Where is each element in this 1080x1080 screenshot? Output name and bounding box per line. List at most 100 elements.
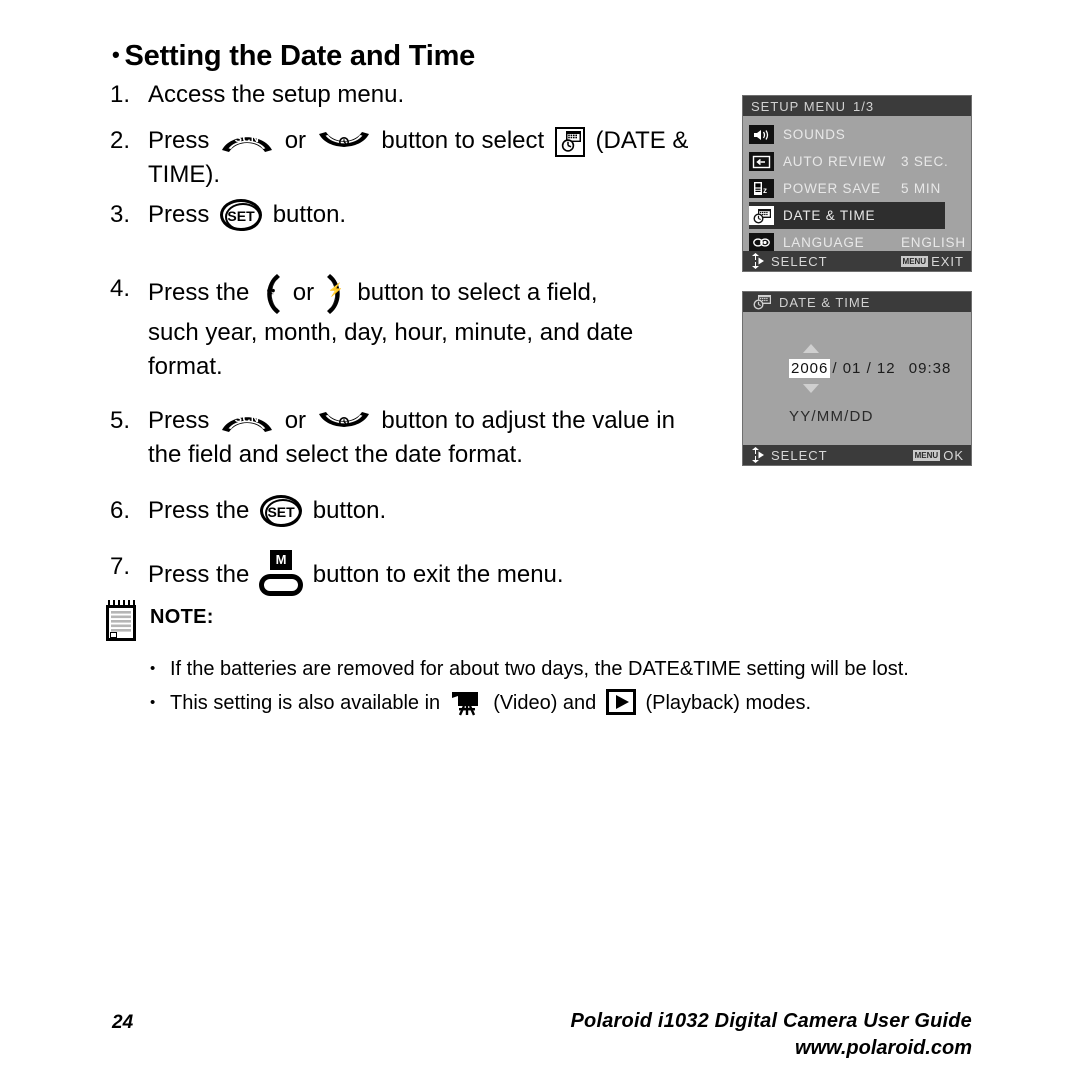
- increment-arrow-icon[interactable]: [803, 344, 819, 353]
- flash-glyph-icon: ⚡: [327, 282, 344, 297]
- auto-review-icon: [749, 152, 774, 171]
- step-1-number: 1.: [110, 81, 131, 108]
- step-2-text-pre: Press: [148, 127, 210, 154]
- svg-text:z: z: [763, 186, 768, 195]
- menu-button-icon: M: [259, 550, 304, 596]
- set-button-icon: SET: [220, 199, 263, 231]
- heading-bullet-icon: •: [112, 42, 120, 67]
- year-field[interactable]: 2006: [789, 359, 831, 378]
- setup-menu-page: 1/3: [853, 98, 875, 114]
- step-5-line2: the field and select the date format.: [148, 441, 523, 468]
- date-time-fields[interactable]: 2006/ 01 / 12 09:38: [789, 344, 952, 393]
- date-time-titlebar: DATE & TIME: [743, 292, 971, 312]
- step-1-text: Access the setup menu.: [148, 81, 405, 108]
- left-macro-button-icon: ♣: [258, 272, 284, 316]
- nav-arrows-icon: [750, 447, 765, 463]
- step-2-line2: TIME).: [148, 161, 220, 188]
- scn-button-label: SCN: [234, 133, 260, 145]
- step-5: 5. Press SCN or button to adjust the val…: [110, 404, 730, 472]
- scn-button-icon: SCN: [219, 129, 275, 155]
- menu-label-date-time: DATE & TIME: [783, 208, 876, 223]
- date-time-status-left: SELECT: [771, 447, 828, 463]
- set-button-icon: SET: [260, 495, 303, 527]
- date-format-field[interactable]: YY/MM/DD: [789, 408, 874, 425]
- note-item: • If the batteries are removed for about…: [150, 652, 994, 686]
- date-time-icon: [751, 294, 772, 310]
- steps-list: 1. Access the setup menu. 2. Press SCN o…: [110, 70, 730, 596]
- language-icon: [749, 233, 774, 252]
- step-4-text-mid: or: [292, 279, 315, 306]
- step-4-line2: such year, month, day, hour, minute, and…: [148, 319, 634, 346]
- footer-guide-title: Polaroid i1032 Digital Camera User Guide: [570, 1010, 972, 1032]
- step-7-text-pre: Press the: [148, 561, 250, 588]
- manual-page: • Setting the Date and Time 1. Access the…: [0, 0, 1080, 1080]
- step-7-number: 7.: [110, 553, 131, 580]
- note-item: • This setting is also available in (Vid…: [150, 686, 994, 720]
- heading-text: Setting the Date and Time: [124, 40, 476, 72]
- setup-menu-title: SETUP MENU: [751, 98, 846, 114]
- set-button-label: SET: [267, 504, 295, 520]
- step-6-text-pre: Press the: [148, 497, 250, 524]
- step-3-text-pre: Press: [148, 201, 210, 228]
- menu-button-label: M: [270, 550, 293, 570]
- step-7-text-post: button to exit the menu.: [312, 561, 564, 588]
- step-3-number: 3.: [110, 201, 131, 228]
- date-time-title: DATE & TIME: [779, 294, 871, 310]
- note-item2-pre: This setting is also available in: [170, 692, 441, 714]
- page-number: 24: [112, 1012, 134, 1033]
- date-time-screen: DATE & TIME 2006/ 01 / 12 09:38 YY/MM/DD…: [742, 291, 972, 466]
- note-block: NOTE: • If the batteries are removed for…: [104, 600, 994, 720]
- step-3-text-post: button.: [272, 201, 347, 228]
- scn-button-label: SCN: [234, 413, 260, 425]
- menu-row-sounds[interactable]: SOUNDS: [749, 121, 971, 148]
- scn-button-icon: SCN: [219, 409, 275, 435]
- step-5-number: 5.: [110, 407, 131, 434]
- date-separator-1: /: [832, 360, 838, 377]
- setup-menu-rows: SOUNDS AUTO REVIEW 3 SEC. z POWER SAVE 5…: [743, 116, 971, 256]
- step-3: 3. Press SET button.: [110, 198, 730, 232]
- menu-row-auto-review[interactable]: AUTO REVIEW 3 SEC.: [749, 148, 971, 175]
- time-field[interactable]: 09:38: [909, 360, 952, 377]
- self-timer-button-icon: [316, 129, 372, 155]
- step-1: 1. Access the setup menu.: [110, 78, 730, 112]
- speaker-icon: [749, 125, 774, 144]
- note-item2-mid: (Video) and: [493, 692, 597, 714]
- menu-chip-badge: MENU: [900, 255, 929, 267]
- step-4-text-post: button to select a field,: [357, 279, 598, 306]
- month-field[interactable]: 01: [843, 360, 862, 377]
- note-item2-post: (Playback) modes.: [645, 692, 812, 714]
- decrement-arrow-icon[interactable]: [803, 384, 819, 393]
- date-time-statusbar: SELECT MENU OK: [743, 445, 971, 465]
- step-6-text-post: button.: [312, 497, 387, 524]
- menu-value-auto-review: 3 SEC.: [901, 154, 949, 169]
- menu-row-power-save[interactable]: z POWER SAVE 5 MIN: [749, 175, 971, 202]
- menu-label-language: LANGUAGE: [783, 235, 865, 250]
- note-header: NOTE:: [104, 600, 994, 642]
- step-6-number: 6.: [110, 497, 131, 524]
- nav-arrows-icon: [750, 253, 765, 269]
- menu-value-power-save: 5 MIN: [901, 181, 942, 196]
- step-2-number: 2.: [110, 127, 131, 154]
- step-6: 6. Press the SET button.: [110, 494, 730, 528]
- menu-label-power-save: POWER SAVE: [783, 181, 881, 196]
- menu-button-pill: [259, 574, 304, 596]
- note-title: NOTE:: [150, 606, 214, 628]
- playback-mode-icon: [605, 689, 636, 715]
- setup-menu-screen: SETUP MENU 1/3 SOUNDS AUTO REVIEW 3 SEC.: [742, 95, 972, 272]
- step-4-number: 4.: [110, 275, 131, 302]
- step-2-text-mid: or: [284, 127, 307, 154]
- footer: Polaroid i1032 Digital Camera User Guide…: [571, 1010, 972, 1060]
- menu-label-sounds: SOUNDS: [783, 127, 846, 142]
- day-field[interactable]: 12: [877, 360, 896, 377]
- step-5-text-pre: Press: [148, 407, 210, 434]
- date-time-icon: [749, 206, 774, 225]
- date-separator-2: /: [866, 360, 872, 377]
- setup-menu-status-right: EXIT: [931, 253, 964, 269]
- video-mode-icon: [450, 690, 484, 716]
- note-bullet-icon: •: [150, 660, 156, 677]
- step-5-text-post: button to adjust the value in: [381, 407, 675, 434]
- power-save-icon: z: [749, 179, 774, 198]
- menu-row-date-time[interactable]: DATE & TIME: [749, 202, 945, 229]
- note-bullet-icon: •: [150, 694, 156, 711]
- notepad-icon: [104, 600, 138, 642]
